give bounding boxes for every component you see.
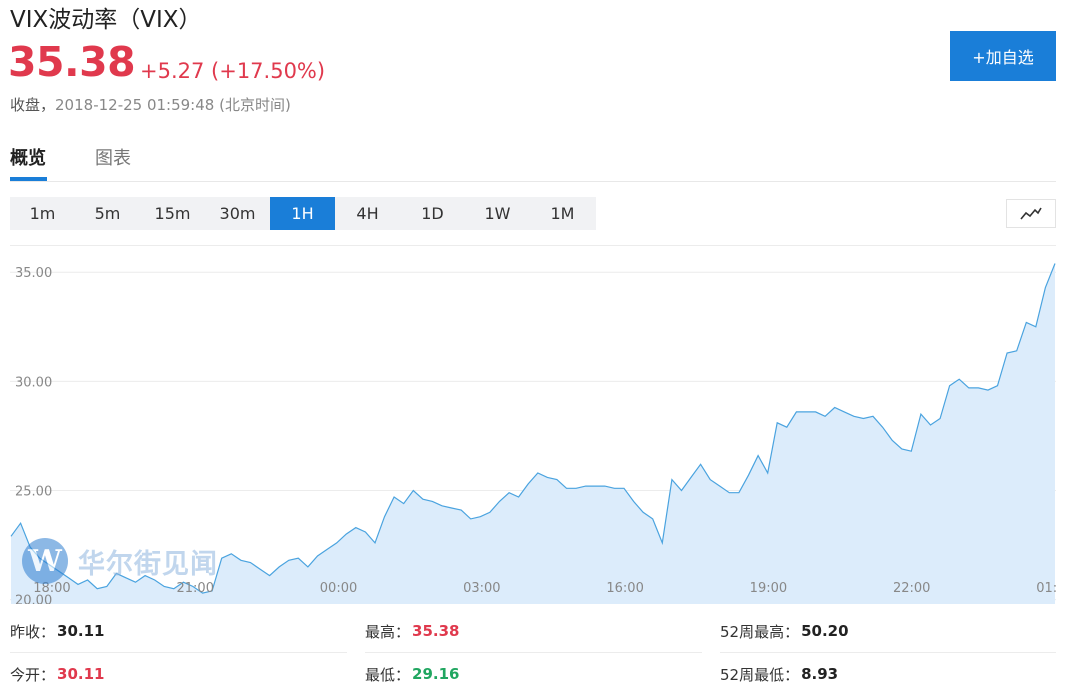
tab-bar: 概览 图表 [10,140,1056,182]
period-1m[interactable]: 1m [10,197,75,230]
instrument-title: VIX波动率（VIX） [10,7,202,33]
stats-row: 昨收： 30.11 最高： 35.38 52周最高： 50.20 [10,610,1056,653]
y-tick-label: 35.00 [15,266,52,281]
active-tab-indicator [10,177,47,181]
stat-value: 50.20 [801,622,849,640]
tab-overview[interactable]: 概览 [10,144,46,170]
stat-value: 35.38 [412,622,460,640]
x-tick-label: 03:00 [463,581,500,596]
stat-value: 30.11 [57,622,105,640]
stat-value: 30.11 [57,665,105,683]
period-1d[interactable]: 1D [400,197,465,230]
chart-type-toggle[interactable] [1006,199,1056,228]
price-chart[interactable]: 35.00 30.00 25.00 20.00 18:00 21:00 00:00 03:00… [10,245,1056,604]
period-5m[interactable]: 5m [75,197,140,230]
tab-chart[interactable]: 图表 [95,144,131,170]
x-tick-label: 22:00 [893,581,930,596]
y-tick-label: 25.00 [15,484,52,499]
stat-label: 52周最高： [720,622,800,641]
period-1h[interactable]: 1H [270,197,335,230]
close-label: 收盘， [10,96,56,114]
x-tick-label: 21:00 [177,581,214,596]
stat-label: 昨收： [10,622,56,641]
x-tick-label: 00:00 [320,581,357,596]
line-chart-icon [1020,207,1042,220]
period-selector: 1m 5m 15m 30m 1H 4H 1D 1W 1M [10,197,596,230]
stats-row: 今开： 30.11 最低： 29.16 52周最低： 8.93 [10,653,1056,695]
stat-high: 最高： 35.38 [365,610,459,652]
add-watchlist-button[interactable]: +加自选 [950,31,1056,81]
close-timestamp: 2018-12-25 01:59:48 (北京时间) [55,96,291,114]
stat-low: 最低： 29.16 [365,653,459,695]
stat-label: 最低： [365,665,411,684]
stat-value: 8.93 [801,665,839,683]
price-change: +5.27 (+17.50%) [140,59,326,83]
period-4h[interactable]: 4H [335,197,400,230]
last-price: 35.38 [8,38,136,86]
x-tick-label: 16:00 [606,581,643,596]
close-status: 收盘，2018-12-25 01:59:48 (北京时间) [10,94,291,115]
period-1w[interactable]: 1W [465,197,530,230]
stat-value: 29.16 [412,665,460,683]
y-tick-label: 30.00 [15,375,52,390]
x-tick-label: 18:00 [33,581,70,596]
price-chart-svg: 35.0030.0025.0020.0018:00 21:00 00:00 03:00… [10,263,1056,604]
stat-prev-close: 昨收： 30.11 [10,610,104,652]
period-15m[interactable]: 15m [140,197,205,230]
x-tick-label: 19:00 [750,581,787,596]
price-area [11,263,1055,604]
stat-label: 最高： [365,622,411,641]
period-1mo[interactable]: 1M [530,197,595,230]
stat-52w-high: 52周最高： 50.20 [720,610,849,652]
x-tick-label: 01:00 [1036,581,1056,596]
stat-label: 52周最低： [720,665,800,684]
stat-open: 今开： 30.11 [10,653,104,695]
stat-label: 今开： [10,665,56,684]
stat-52w-low: 52周最低： 8.93 [720,653,838,695]
period-30m[interactable]: 30m [205,197,270,230]
